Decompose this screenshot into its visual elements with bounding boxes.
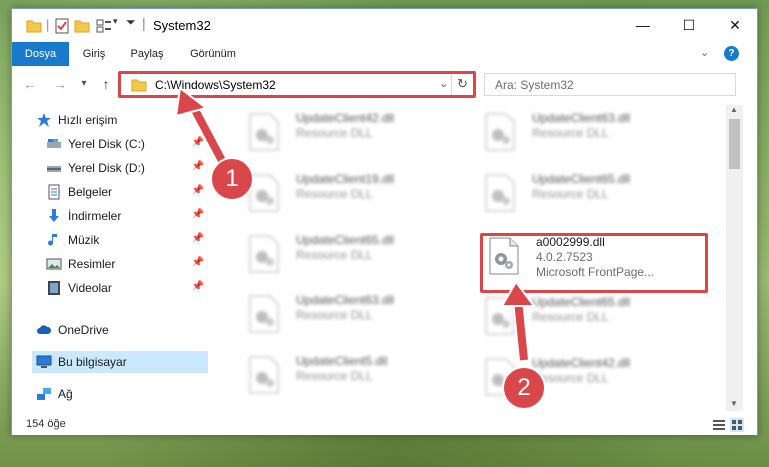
annotation-overlay bbox=[174, 86, 536, 361]
step-1-badge: 1 bbox=[210, 157, 254, 201]
arrow-to-file bbox=[500, 280, 536, 361]
step-2-badge: 2 bbox=[502, 366, 546, 410]
